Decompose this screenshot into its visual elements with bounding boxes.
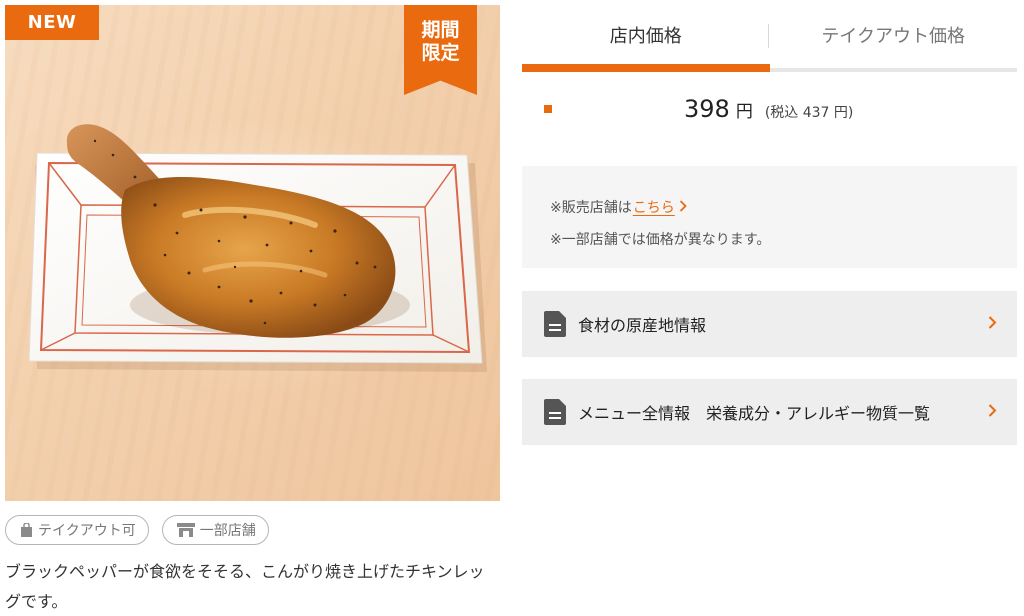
product-description: ブラックペッパーが食欲をそそる、こんがり焼き上げたチキンレッグです。: [5, 562, 485, 611]
full-menu-info-label: メニュー全情報 栄養成分・アレルギー物質一覧: [578, 404, 931, 423]
price-value: 398: [684, 95, 730, 123]
price-bullet-icon: [544, 105, 552, 113]
limited-badge-line1: 期間: [421, 19, 460, 41]
tab-takeout-price[interactable]: テイクアウト価格: [769, 14, 1018, 72]
product-photo: NEW 期間 限定: [5, 5, 500, 501]
tag-some-stores: 一部店舗: [161, 515, 269, 545]
limited-badge-line2: 限定: [421, 42, 460, 64]
store-info-box: ※販売店舗は こちら ※一部店舗では価格が異なります。: [522, 166, 1017, 268]
tag-takeout-label: テイクアウト可: [38, 523, 136, 539]
price-tax-included: (税込 437 円): [764, 105, 854, 121]
price: 398 円 (税込 437 円): [684, 95, 853, 123]
document-icon: [544, 399, 566, 425]
chevron-right-icon: [988, 402, 997, 423]
price-tabs: 店内価格 テイクアウト価格: [522, 14, 1017, 72]
full-menu-info-link[interactable]: メニュー全情報 栄養成分・アレルギー物質一覧: [522, 379, 1017, 445]
chevron-right-icon: [988, 314, 997, 335]
price-row: 398 円 (税込 437 円): [544, 92, 1004, 126]
origin-info-label: 食材の原産地情報: [578, 316, 707, 335]
tab-divider: [768, 24, 769, 48]
store-icon: [176, 523, 195, 537]
tag-takeout: テイクアウト可: [5, 515, 149, 545]
stores-prefix: ※販売店舗は: [550, 200, 632, 216]
origin-info-link[interactable]: 食材の原産地情報: [522, 291, 1017, 357]
takeout-bag-icon: [20, 522, 33, 538]
price-unit: 円: [735, 102, 753, 122]
stores-line: ※販売店舗は こちら: [550, 192, 1017, 224]
price-note: ※一部店舗では価格が異なります。: [550, 232, 771, 248]
chevron-right-icon: [679, 192, 687, 224]
product-tags: テイクアウト可 一部店舗: [5, 515, 269, 545]
document-icon: [544, 311, 566, 337]
tag-some-stores-label: 一部店舗: [199, 523, 256, 539]
tab-dine-in-price[interactable]: 店内価格: [522, 14, 770, 72]
stores-link[interactable]: こちら: [633, 192, 675, 224]
new-badge: NEW: [5, 5, 99, 40]
